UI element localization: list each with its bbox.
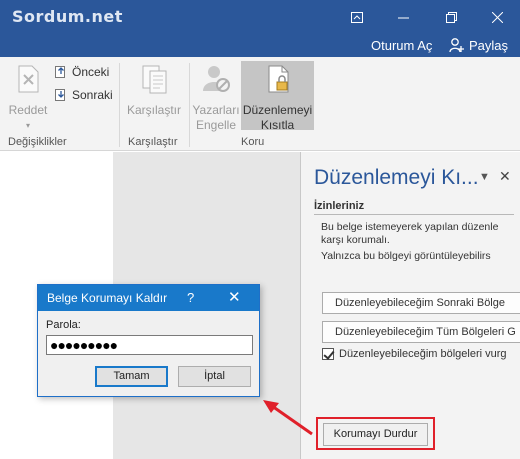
checkbox-checked-icon	[322, 348, 334, 360]
reject-label: Reddet	[8, 103, 48, 117]
dialog-close-icon[interactable]: ✕	[228, 285, 241, 311]
add-person-icon	[449, 38, 464, 53]
block-authors-label-2: Engelle	[195, 118, 237, 132]
block-authors-button[interactable]: Yazarları Engelle	[191, 63, 241, 133]
pane-description-3: Yalnızca bu bölgeyi görüntüleyebilirs	[321, 250, 491, 262]
compare-group-label: Karşılaştır	[128, 136, 178, 148]
pane-options-icon[interactable]: ▼	[479, 171, 490, 183]
next-change-icon	[55, 89, 65, 101]
reject-document-icon	[18, 65, 39, 93]
restore-button[interactable]	[428, 0, 474, 33]
watermark-text: Sordum.net	[12, 7, 123, 26]
title-bar: Sordum.net	[0, 0, 520, 33]
close-window-button[interactable]	[474, 0, 520, 33]
reject-button[interactable]: Reddet ▾	[6, 63, 50, 133]
next-change-label: Sonraki	[72, 88, 113, 102]
review-ribbon: Reddet ▾ Önceki Sonraki Değişiklikler Ka…	[0, 57, 520, 151]
pane-description-1: Bu belge istemeyerek yapılan düzenle	[321, 221, 499, 233]
sign-in-link[interactable]: Oturum Aç	[371, 38, 432, 53]
divider	[314, 214, 514, 215]
find-next-region-button[interactable]: Düzenleyebileceğim Sonraki Bölge	[322, 292, 520, 314]
group-separator	[189, 63, 190, 147]
restrict-editing-button[interactable]: Düzenlemeyi Kısıtla	[241, 63, 314, 133]
dialog-title: Belge Korumayı Kaldır	[38, 285, 259, 311]
password-field[interactable]: ●●●●●●●●●	[46, 335, 253, 355]
pane-close-icon[interactable]: ✕	[499, 168, 511, 185]
highlight-box	[316, 417, 435, 450]
protect-group-label: Koru	[241, 136, 265, 148]
account-bar: Oturum Aç Paylaş	[0, 33, 520, 57]
block-authors-label-1: Yazarları	[192, 103, 240, 117]
previous-change-button[interactable]: Önceki	[54, 65, 109, 79]
restore-icon	[445, 11, 457, 23]
show-all-regions-button[interactable]: Düzenleyebileceğim Tüm Bölgeleri G	[322, 321, 520, 343]
chevron-down-icon: ▾	[25, 121, 30, 130]
compare-documents-icon	[142, 65, 167, 94]
next-change-button[interactable]: Sonraki	[54, 88, 113, 102]
close-icon	[491, 11, 503, 23]
unprotect-document-dialog: Belge Korumayı Kaldır ? ✕ Parola: ●●●●●●…	[37, 284, 260, 397]
ribbon-display-options-button[interactable]	[334, 0, 380, 33]
previous-change-icon	[55, 66, 65, 78]
restrict-editing-icon	[268, 65, 288, 93]
restrict-editing-label-1: Düzenlemeyi	[242, 103, 313, 117]
minimize-button[interactable]	[380, 0, 426, 33]
help-icon[interactable]: ?	[187, 285, 194, 311]
cancel-button[interactable]: İptal	[178, 366, 251, 387]
pane-description-2: karşı korumalı.	[321, 234, 390, 246]
previous-change-label: Önceki	[72, 65, 110, 79]
ok-button[interactable]: Tamam	[95, 366, 168, 387]
minimize-icon	[397, 17, 409, 19]
share-button[interactable]: Paylaş	[449, 37, 508, 53]
compare-button[interactable]: Karşılaştır	[124, 63, 184, 118]
compare-label: Karşılaştır	[126, 103, 181, 117]
pane-title: Düzenlemeyi Kı...	[314, 166, 479, 189]
highlight-regions-label: Düzenleyebileceğim bölgeleri vurg	[339, 348, 507, 360]
highlight-regions-checkbox[interactable]: Düzenleyebileceğim bölgeleri vurg	[322, 348, 507, 360]
permissions-header: İzinleriniz	[314, 200, 365, 212]
group-separator	[119, 63, 120, 147]
ribbon-display-options-icon	[351, 11, 363, 23]
share-label: Paylaş	[469, 37, 509, 53]
changes-group-label: Değişiklikler	[8, 136, 67, 148]
restrict-editing-pane: Düzenlemeyi Kı... ▼ ✕ İzinleriniz Bu bel…	[300, 152, 520, 459]
restrict-editing-label-2: Kısıtla	[260, 118, 295, 132]
block-authors-icon	[203, 66, 230, 92]
password-label: Parola:	[46, 319, 81, 331]
